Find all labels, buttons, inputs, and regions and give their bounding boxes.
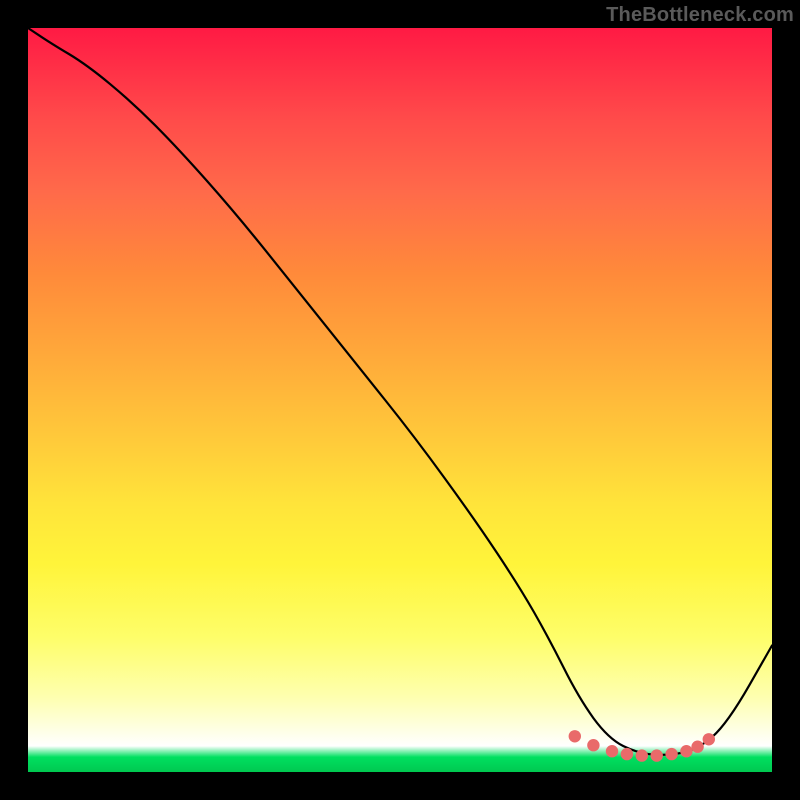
marker-dot: [665, 748, 677, 760]
marker-dot: [651, 749, 663, 761]
marker-dot: [703, 733, 715, 745]
marker-dot: [621, 748, 633, 760]
curve-layer: [28, 28, 772, 772]
valley-markers: [569, 730, 715, 762]
chart-frame: TheBottleneck.com: [0, 0, 800, 800]
marker-dot: [606, 745, 618, 757]
watermark-text: TheBottleneck.com: [606, 4, 794, 27]
marker-dot: [636, 749, 648, 761]
marker-dot: [691, 741, 703, 753]
plot-area: [28, 28, 772, 772]
marker-dot: [587, 739, 599, 751]
main-curve: [28, 28, 772, 755]
marker-dot: [680, 745, 692, 757]
marker-dot: [569, 730, 581, 742]
